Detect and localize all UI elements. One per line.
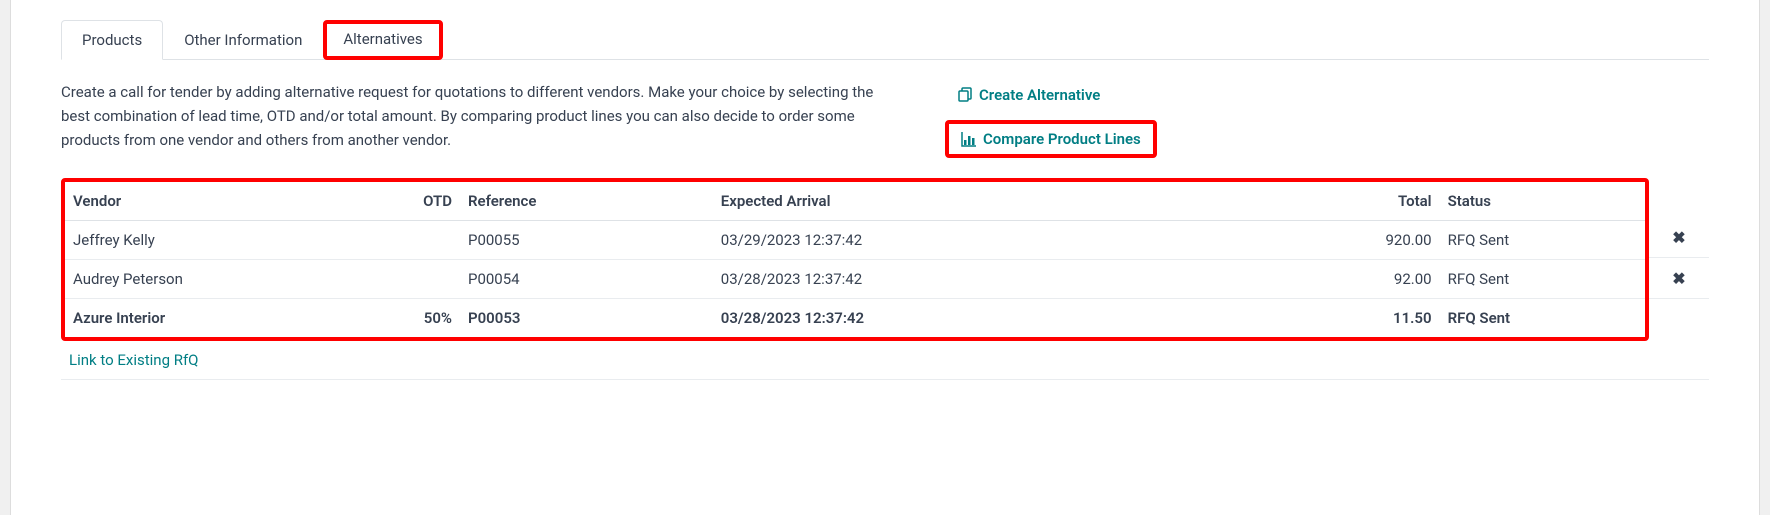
create-alternative-label: Create Alternative <box>979 86 1100 104</box>
total-cell: 11.50 <box>1345 299 1440 338</box>
table-row[interactable]: Azure Interior50%P0005303/28/2023 12:37:… <box>65 299 1645 338</box>
table-header-row: Vendor OTD Reference Expected Arrival To… <box>65 182 1645 221</box>
content-row: Create a call for tender by adding alter… <box>61 60 1709 173</box>
delete-header-spacer <box>1649 173 1709 217</box>
delete-column: ✖✖ <box>1649 173 1709 341</box>
otd-cell <box>397 260 460 299</box>
status-cell: RFQ Sent <box>1440 260 1645 299</box>
tabs: Products Other Information Alternatives <box>61 20 1709 60</box>
delete-column-spacer <box>1649 341 1709 380</box>
delete-cell <box>1649 299 1709 340</box>
alternatives-table: Vendor OTD Reference Expected Arrival To… <box>65 182 1645 337</box>
column-reference[interactable]: Reference <box>460 182 713 221</box>
expected-arrival-cell: 03/29/2023 12:37:42 <box>713 221 1345 260</box>
delete-cell: ✖ <box>1649 258 1709 299</box>
status-cell: RFQ Sent <box>1440 299 1645 338</box>
link-to-existing-rfq[interactable]: Link to Existing RfQ <box>61 341 1649 380</box>
column-otd[interactable]: OTD <box>397 182 460 221</box>
vendor-cell: Audrey Peterson <box>65 260 397 299</box>
reference-cell: P00054 <box>460 260 713 299</box>
expected-arrival-cell: 03/28/2023 12:37:42 <box>713 260 1345 299</box>
bar-chart-icon <box>961 131 977 147</box>
compare-product-lines-label: Compare Product Lines <box>983 130 1141 148</box>
tab-products[interactable]: Products <box>61 20 163 60</box>
alternatives-table-highlight: Vendor OTD Reference Expected Arrival To… <box>61 178 1649 341</box>
tab-alternatives[interactable]: Alternatives <box>323 20 442 60</box>
column-total[interactable]: Total <box>1345 182 1440 221</box>
column-vendor[interactable]: Vendor <box>65 182 397 221</box>
table-row[interactable]: Jeffrey Kelly P0005503/29/2023 12:37:4292… <box>65 221 1645 260</box>
tab-other-information[interactable]: Other Information <box>163 20 323 60</box>
delete-cell: ✖ <box>1649 217 1709 258</box>
table-row[interactable]: Audrey Peterson P0005403/28/2023 12:37:42… <box>65 260 1645 299</box>
column-expected-arrival[interactable]: Expected Arrival <box>713 182 1345 221</box>
total-cell: 920.00 <box>1345 221 1440 260</box>
create-alternative-button[interactable]: Create Alternative <box>945 80 1112 110</box>
status-cell: RFQ Sent <box>1440 221 1645 260</box>
reference-cell: P00055 <box>460 221 713 260</box>
delete-row-icon[interactable]: ✖ <box>1672 228 1685 247</box>
vendor-cell: Jeffrey Kelly <box>65 221 397 260</box>
reference-cell: P00053 <box>460 299 713 338</box>
otd-cell: 50% <box>397 299 460 338</box>
actions: Create Alternative Compare Product Lines <box>945 80 1157 158</box>
vendor-cell: Azure Interior <box>65 299 397 338</box>
column-status[interactable]: Status <box>1440 182 1645 221</box>
alternatives-table-grid: Vendor OTD Reference Expected Arrival To… <box>61 173 1709 380</box>
expected-arrival-cell: 03/28/2023 12:37:42 <box>713 299 1345 338</box>
description-text: Create a call for tender by adding alter… <box>61 80 885 152</box>
alternatives-panel: Products Other Information Alternatives … <box>10 0 1760 515</box>
delete-row-icon[interactable]: ✖ <box>1672 269 1685 288</box>
copy-icon <box>957 87 973 103</box>
compare-product-lines-button[interactable]: Compare Product Lines <box>945 120 1157 158</box>
total-cell: 92.00 <box>1345 260 1440 299</box>
otd-cell <box>397 221 460 260</box>
